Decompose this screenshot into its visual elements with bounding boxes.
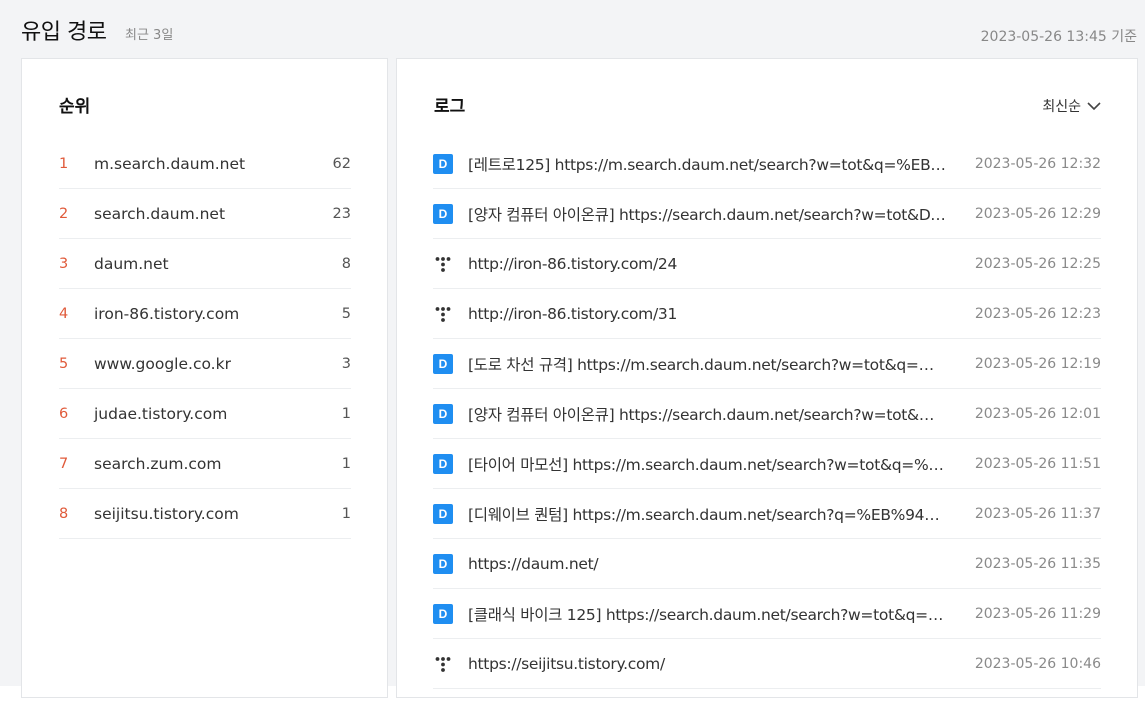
sort-label: 최신순 [1042, 99, 1081, 115]
chevron-down-icon [1087, 101, 1101, 110]
rank-domain: judae.tistory.com [94, 404, 228, 423]
log-link[interactable]: [타이어 마모선] https://m.search.daum.net/sear… [468, 453, 948, 475]
log-link[interactable]: http://iron-86.tistory.com/24 [468, 255, 948, 273]
log-time: 2023-05-26 11:29 [974, 605, 1101, 622]
log-row[interactable]: D [양자 컴퓨터 아이온큐] https://search.daum.net/… [433, 189, 1101, 239]
log-time: 2023-05-26 12:32 [974, 155, 1101, 172]
log-link[interactable]: [클래식 바이크 125] https://search.daum.net/se… [468, 603, 948, 625]
log-link[interactable]: https://seijitsu.tistory.com/ [468, 655, 948, 673]
daum-icon: D [433, 353, 453, 374]
log-time: 2023-05-26 11:37 [974, 505, 1101, 522]
log-link[interactable]: [도로 차선 규격] https://m.search.daum.net/sea… [468, 353, 948, 375]
log-link[interactable]: [레트로125] https://m.search.daum.net/searc… [468, 153, 948, 175]
rank-domain: daum.net [94, 254, 169, 273]
daum-icon: D [433, 503, 453, 524]
rank-row[interactable]: 1 m.search.daum.net 62 [59, 139, 351, 189]
log-panel: 로그 최신순 D [레트로125] https://m.search.daum.… [396, 58, 1138, 698]
rank-number: 8 [59, 505, 69, 522]
rank-domain: m.search.daum.net [94, 154, 246, 173]
rank-number: 7 [59, 455, 69, 472]
rank-count: 1 [341, 405, 351, 422]
tistory-icon [433, 254, 453, 274]
rank-number: 1 [59, 155, 69, 172]
log-time: 2023-05-26 12:01 [974, 405, 1101, 422]
rank-panel-title: 순위 [59, 97, 91, 117]
log-row[interactable]: D https://daum.net/ 2023-05-26 11:35 [433, 539, 1101, 589]
log-time: 2023-05-26 11:51 [974, 455, 1101, 472]
rank-panel: 순위 1 m.search.daum.net 62 2 search.daum.… [21, 58, 388, 698]
updated-timestamp: 2023-05-26 13:45 기준 [980, 29, 1137, 45]
rank-domain: seijitsu.tistory.com [94, 504, 239, 523]
rank-number: 6 [59, 405, 69, 422]
log-time: 2023-05-26 10:46 [974, 655, 1101, 672]
log-time: 2023-05-26 12:29 [974, 205, 1101, 222]
rank-row[interactable]: 4 iron-86.tistory.com 5 [59, 289, 351, 339]
rank-count: 23 [332, 205, 351, 222]
sort-dropdown[interactable]: 최신순 [1042, 96, 1101, 116]
log-row[interactable]: D [클래식 바이크 125] https://search.daum.net/… [433, 589, 1101, 639]
rank-count: 62 [332, 155, 351, 172]
daum-icon: D [433, 203, 453, 224]
tistory-icon [433, 654, 453, 674]
log-time: 2023-05-26 12:25 [974, 255, 1101, 272]
log-link[interactable]: [양자 컴퓨터 아이온큐] https://search.daum.net/se… [468, 403, 948, 425]
log-row[interactable]: D [레트로125] https://m.search.daum.net/sea… [433, 139, 1101, 189]
rank-number: 5 [59, 355, 69, 372]
log-time: 2023-05-26 12:23 [974, 305, 1101, 322]
log-time: 2023-05-26 12:19 [974, 355, 1101, 372]
log-row[interactable]: D [타이어 마모선] https://m.search.daum.net/se… [433, 439, 1101, 489]
log-time: 2023-05-26 11:35 [974, 555, 1101, 572]
rank-domain: search.daum.net [94, 204, 226, 223]
rank-number: 3 [59, 255, 69, 272]
log-row[interactable]: D [양자 컴퓨터 아이온큐] https://search.daum.net/… [433, 389, 1101, 439]
rank-domain: search.zum.com [94, 454, 222, 473]
log-link[interactable]: [디웨이브 퀀텀] https://m.search.daum.net/sear… [468, 503, 948, 525]
rank-count: 1 [341, 455, 351, 472]
rank-domain: iron-86.tistory.com [94, 304, 240, 323]
rank-row[interactable]: 2 search.daum.net 23 [59, 189, 351, 239]
tistory-icon [433, 304, 453, 324]
log-link[interactable]: [양자 컴퓨터 아이온큐] https://search.daum.net/se… [468, 203, 948, 225]
rank-domain: www.google.co.kr [94, 354, 231, 373]
daum-icon: D [433, 153, 453, 174]
rank-count: 1 [341, 505, 351, 522]
log-link[interactable]: http://iron-86.tistory.com/31 [468, 305, 948, 323]
rank-row[interactable]: 7 search.zum.com 1 [59, 439, 351, 489]
log-row[interactable]: http://iron-86.tistory.com/24 2023-05-26… [433, 239, 1101, 289]
daum-icon: D [433, 403, 453, 424]
rank-row[interactable]: 5 www.google.co.kr 3 [59, 339, 351, 389]
rank-count: 3 [341, 355, 351, 372]
rank-row[interactable]: 3 daum.net 8 [59, 239, 351, 289]
rank-count: 8 [341, 255, 351, 272]
log-list: D [레트로125] https://m.search.daum.net/sea… [433, 139, 1101, 689]
log-row[interactable]: D [디웨이브 퀀텀] https://m.search.daum.net/se… [433, 489, 1101, 539]
rank-number: 2 [59, 205, 69, 222]
daum-icon: D [433, 553, 453, 574]
rank-number: 4 [59, 305, 69, 322]
log-row[interactable]: D [도로 차선 규격] https://m.search.daum.net/s… [433, 339, 1101, 389]
period-label: 최근 3일 [125, 28, 174, 43]
daum-icon: D [433, 603, 453, 624]
rank-row[interactable]: 6 judae.tistory.com 1 [59, 389, 351, 439]
log-panel-title: 로그 [434, 97, 466, 117]
log-link[interactable]: https://daum.net/ [468, 555, 948, 573]
log-row[interactable]: http://iron-86.tistory.com/31 2023-05-26… [433, 289, 1101, 339]
rank-count: 5 [341, 305, 351, 322]
rank-list: 1 m.search.daum.net 62 2 search.daum.net… [59, 139, 351, 539]
page-title: 유입 경로 [21, 20, 107, 45]
log-row[interactable]: https://seijitsu.tistory.com/ 2023-05-26… [433, 639, 1101, 689]
rank-row[interactable]: 8 seijitsu.tistory.com 1 [59, 489, 351, 539]
daum-icon: D [433, 453, 453, 474]
